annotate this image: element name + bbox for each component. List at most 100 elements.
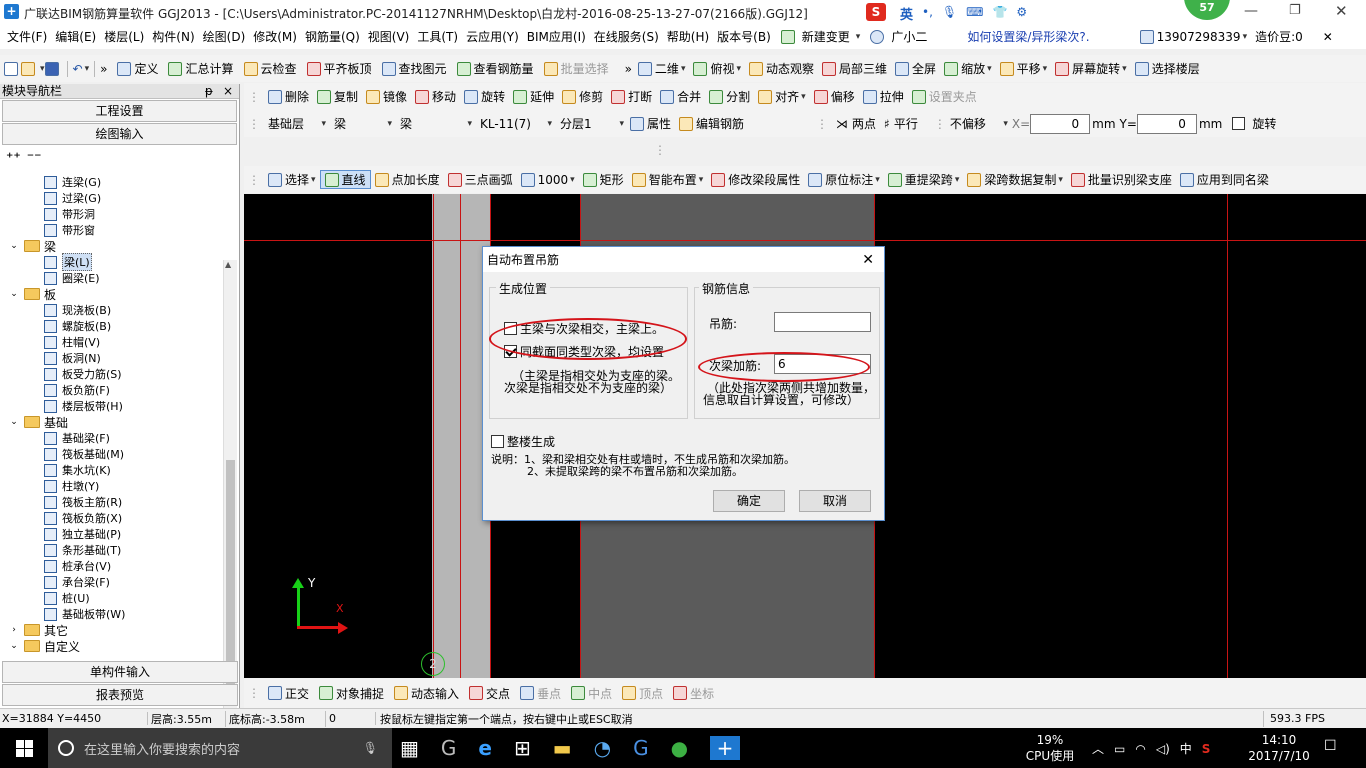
toolbar-button[interactable]: 偏移 xyxy=(810,88,859,105)
menu-new-change[interactable]: 新建变更 xyxy=(798,28,854,45)
menu-item[interactable]: 云应用(Y) xyxy=(462,28,523,45)
panel-close-icon[interactable]: × xyxy=(223,84,233,98)
tree-item[interactable]: 筏板基础(M) xyxy=(0,446,222,462)
collapse-all-icon[interactable]: ⁻⁻ xyxy=(27,150,42,166)
open-file-icon[interactable] xyxy=(21,61,35,76)
toolbar-button[interactable]: 查找图元 xyxy=(378,60,451,77)
toolbar-button[interactable]: 直线 xyxy=(319,170,371,189)
store-icon[interactable]: ⊞ xyxy=(514,736,531,760)
file-explorer-icon[interactable]: ▬ xyxy=(553,736,572,760)
toolbar-button[interactable]: 屏幕旋转 ▾ xyxy=(1051,60,1131,77)
menu-item[interactable]: 绘图(D) xyxy=(199,28,250,45)
tree-item[interactable]: 板受力筋(S) xyxy=(0,366,222,382)
toolbar-button[interactable]: 拉伸 xyxy=(859,88,908,105)
toolbar-button[interactable]: 延伸 xyxy=(509,88,558,105)
toolbar-button[interactable]: 选择楼层 xyxy=(1131,60,1204,77)
tree-item[interactable]: 承台梁(F) xyxy=(0,574,222,590)
mic-icon[interactable]: 🎙 xyxy=(363,741,378,755)
toolbar-button[interactable]: 动态观察 xyxy=(745,60,818,77)
toolbar-button[interactable]: 选择 ▾ xyxy=(264,171,320,188)
score-badge[interactable]: 57 xyxy=(1184,0,1230,20)
menu-item[interactable]: 构件(N) xyxy=(148,28,198,45)
close-window-button[interactable]: ✕ xyxy=(1335,2,1348,20)
clock[interactable]: 14:10 2017/7/10 xyxy=(1244,732,1314,764)
report-preview-button[interactable]: 报表预览 xyxy=(2,684,238,706)
microphone-icon[interactable]: 🎙 xyxy=(942,5,957,19)
menu-close-icon[interactable]: ✕ xyxy=(1323,30,1333,44)
toolbar-button[interactable]: 对齐 ▾ xyxy=(754,88,810,105)
toolbar-button[interactable]: 三点画弧 xyxy=(444,171,517,188)
toolbar-button[interactable]: 应用到同名梁 xyxy=(1176,171,1273,188)
tree-item[interactable]: 基础梁(F) xyxy=(0,430,222,446)
toolbar-button[interactable]: 镜像 xyxy=(362,88,411,105)
tree-item[interactable]: 筏板负筋(X) xyxy=(0,510,222,526)
cancel-button[interactable]: 取消 xyxy=(799,490,871,512)
y-input[interactable]: 0 xyxy=(1136,113,1197,134)
tree-expand-icon[interactable]: › xyxy=(6,625,22,635)
toolbar-button[interactable]: 梁跨数据复制 ▾ xyxy=(963,171,1067,188)
single-input-button[interactable]: 单构件输入 xyxy=(2,661,238,683)
sublayer-select[interactable]: 分层1 ▾ xyxy=(556,113,624,134)
keyboard-icon[interactable]: ⌨ xyxy=(966,5,983,19)
toolbar-button[interactable]: 移动 xyxy=(411,88,460,105)
toolbar-button[interactable]: 1000 ▾ xyxy=(517,172,579,187)
skin-icon[interactable]: 👕 xyxy=(992,5,1007,19)
network-icon[interactable]: ▭ xyxy=(1114,742,1125,756)
project-settings-button[interactable]: 工程设置 xyxy=(2,100,237,122)
search-placeholder[interactable]: 在这里输入你要搜索的内容 xyxy=(84,739,240,758)
user-phone[interactable]: 13907298339 xyxy=(1157,30,1241,44)
layer-select[interactable]: 基础层 ▾ xyxy=(264,113,326,134)
toolbar-button[interactable]: 缩放 ▾ xyxy=(940,60,996,77)
browser-360-icon[interactable]: ● xyxy=(671,736,688,760)
ok-button[interactable]: 确定 xyxy=(713,490,785,512)
offset-select[interactable]: 不偏移 ▾ xyxy=(946,115,1008,132)
whole-building-checkbox[interactable]: 整楼生成 xyxy=(491,433,555,450)
type-select-1[interactable]: 梁 ▾ xyxy=(330,113,392,134)
tree-item[interactable]: 柱墩(Y) xyxy=(0,478,222,494)
tree-item[interactable]: 带形洞 xyxy=(0,206,222,222)
tree-item[interactable]: 独立基础(P) xyxy=(0,526,222,542)
sogou-tray-icon[interactable]: S xyxy=(1202,742,1211,756)
edge-icon[interactable]: e xyxy=(478,736,492,760)
properties-button[interactable]: 属性 xyxy=(647,115,671,132)
cpu-meter[interactable]: 19% CPU使用 xyxy=(1022,732,1078,764)
restore-button[interactable]: ❐ xyxy=(1289,3,1301,18)
menu-item[interactable]: 在线服务(S) xyxy=(590,28,663,45)
tree-expand-icon[interactable]: ⌄ xyxy=(6,241,22,251)
toolbar-button[interactable]: 旋转 xyxy=(460,88,509,105)
toolbar-button[interactable]: 点加长度 xyxy=(371,171,444,188)
two-point-button[interactable]: 两点 xyxy=(852,115,876,132)
glodon-g-icon[interactable]: G xyxy=(633,736,649,760)
help-link[interactable]: 如何设置梁/异形梁次?. xyxy=(967,28,1089,45)
type-select-2[interactable]: 梁 ▾ xyxy=(396,113,472,134)
toolbar-button[interactable]: 矩形 xyxy=(579,171,628,188)
tree-item[interactable]: 螺旋板(B) xyxy=(0,318,222,334)
dialog-close-icon[interactable]: ✕ xyxy=(862,248,874,272)
tree-item[interactable]: 桩(U) xyxy=(0,590,222,606)
tree-category[interactable]: ⌄ 梁 xyxy=(0,238,222,254)
toolbar-button[interactable]: 全屏 xyxy=(891,60,940,77)
ime-lang-label[interactable]: 英 xyxy=(900,4,913,23)
tree-item[interactable]: 桩承台(V) xyxy=(0,558,222,574)
tree-item[interactable]: 过梁(G) xyxy=(0,190,222,206)
draw-input-button[interactable]: 绘图输入 xyxy=(2,123,237,145)
toolbar-button[interactable]: 分割 xyxy=(705,88,754,105)
volume-icon[interactable]: ◁) xyxy=(1156,742,1170,756)
tree-item[interactable]: 筏板主筋(R) xyxy=(0,494,222,510)
menu-item[interactable]: 楼层(L) xyxy=(100,28,148,45)
toolbar-button[interactable]: 平移 ▾ xyxy=(996,60,1052,77)
ggj-active-icon[interactable]: + xyxy=(710,736,741,760)
menu-item[interactable]: 修改(M) xyxy=(249,28,301,45)
toolbar-button[interactable]: 对象捕捉 xyxy=(315,685,388,702)
tree-item[interactable]: 柱帽(V) xyxy=(0,334,222,350)
toolbar-button[interactable]: 批量识别梁支座 xyxy=(1067,171,1176,188)
tree-item[interactable]: 梁(L) xyxy=(0,253,222,271)
toolbar-button[interactable]: 打断 xyxy=(607,88,656,105)
menu-assistant[interactable]: 广小二 xyxy=(887,28,931,45)
parallel-button[interactable]: 平行 xyxy=(894,115,918,132)
tree-item[interactable]: 板洞(N) xyxy=(0,350,222,366)
toolbar-button[interactable]: 查看钢筋量 xyxy=(453,60,538,77)
toolbar-button[interactable]: 云检查 xyxy=(240,60,301,77)
toolbar-button[interactable]: 交点 xyxy=(465,685,514,702)
component-select[interactable]: KL-11(7) ▾ xyxy=(476,113,552,134)
